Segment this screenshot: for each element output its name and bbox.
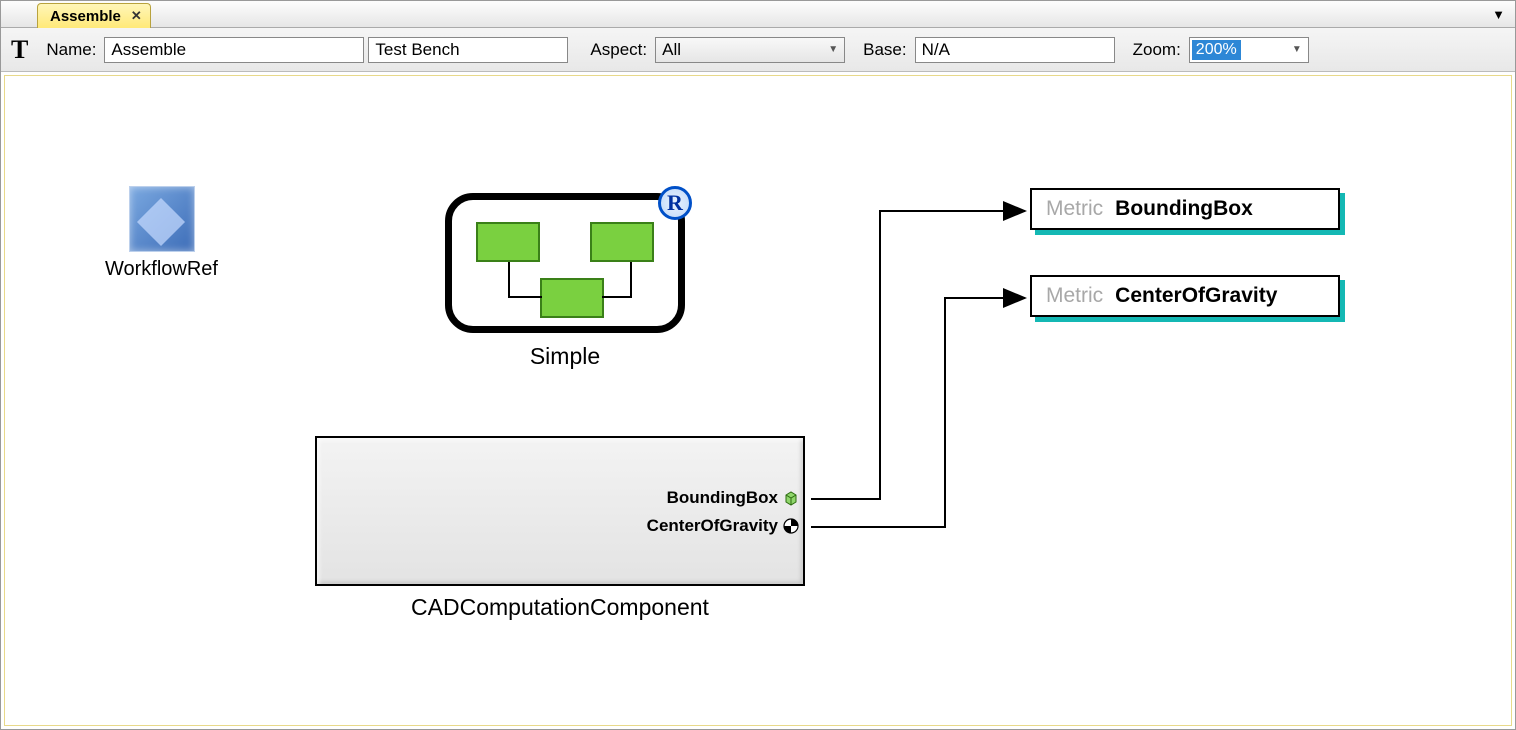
port-centerofgravity-label: CenterOfGravity: [647, 516, 778, 536]
zoom-value: 200%: [1192, 40, 1241, 60]
simple-label: Simple: [445, 343, 685, 370]
node-cad-computation[interactable]: BoundingBox CenterOfGravity CADComputati…: [315, 436, 805, 621]
node-workflowref[interactable]: WorkflowRef: [105, 186, 218, 281]
workflowref-label: WorkflowRef: [105, 258, 218, 281]
cube-port-icon: [783, 490, 799, 506]
name-input[interactable]: [104, 37, 364, 63]
tab-menu-caret-icon[interactable]: ▼: [1492, 7, 1505, 22]
base-label: Base:: [863, 40, 906, 60]
type-input[interactable]: [368, 37, 568, 63]
port-boundingbox[interactable]: BoundingBox: [667, 488, 799, 508]
connection-wires: [5, 76, 1511, 725]
aspect-value: All: [662, 40, 681, 60]
port-boundingbox-label: BoundingBox: [667, 488, 778, 508]
chevron-down-icon: ▼: [1292, 44, 1302, 55]
aspect-label: Aspect:: [590, 40, 647, 60]
name-label: Name:: [46, 40, 96, 60]
chevron-down-icon: ▼: [828, 44, 838, 55]
metric-prefix: Metric: [1046, 284, 1103, 308]
testbench-type-icon: T: [11, 35, 28, 65]
centroid-port-icon: [783, 518, 799, 534]
simple-shape: R: [445, 193, 685, 333]
reference-badge-icon: R: [658, 186, 692, 220]
workflowref-icon: [129, 186, 195, 252]
base-input[interactable]: [915, 37, 1115, 63]
node-simple[interactable]: R Simple: [445, 193, 685, 370]
metric-name: BoundingBox: [1115, 197, 1253, 221]
aspect-select[interactable]: All ▼: [655, 37, 845, 63]
tab-assemble[interactable]: Assemble ✕: [37, 3, 151, 28]
close-tab-icon[interactable]: ✕: [131, 8, 142, 24]
zoom-select[interactable]: 200% ▼: [1189, 37, 1309, 63]
app-window: Assemble ✕ ▼ T Name: Aspect: All ▼ Base:…: [0, 0, 1516, 730]
port-centerofgravity[interactable]: CenterOfGravity: [647, 516, 799, 536]
zoom-label: Zoom:: [1133, 40, 1181, 60]
metric-prefix: Metric: [1046, 197, 1103, 221]
cad-box: BoundingBox CenterOfGravity: [315, 436, 805, 586]
toolbar: T Name: Aspect: All ▼ Base: Zoom: 200% ▼: [1, 28, 1515, 72]
tab-bar: Assemble ✕ ▼: [1, 1, 1515, 28]
tab-title: Assemble: [50, 8, 121, 25]
metric-centerofgravity[interactable]: Metric CenterOfGravity: [1030, 275, 1340, 317]
cad-label: CADComputationComponent: [315, 594, 805, 621]
metric-boundingbox[interactable]: Metric BoundingBox: [1030, 188, 1340, 230]
metric-name: CenterOfGravity: [1115, 284, 1277, 308]
diagram-canvas[interactable]: WorkflowRef R Simple BoundingBox: [4, 75, 1512, 726]
